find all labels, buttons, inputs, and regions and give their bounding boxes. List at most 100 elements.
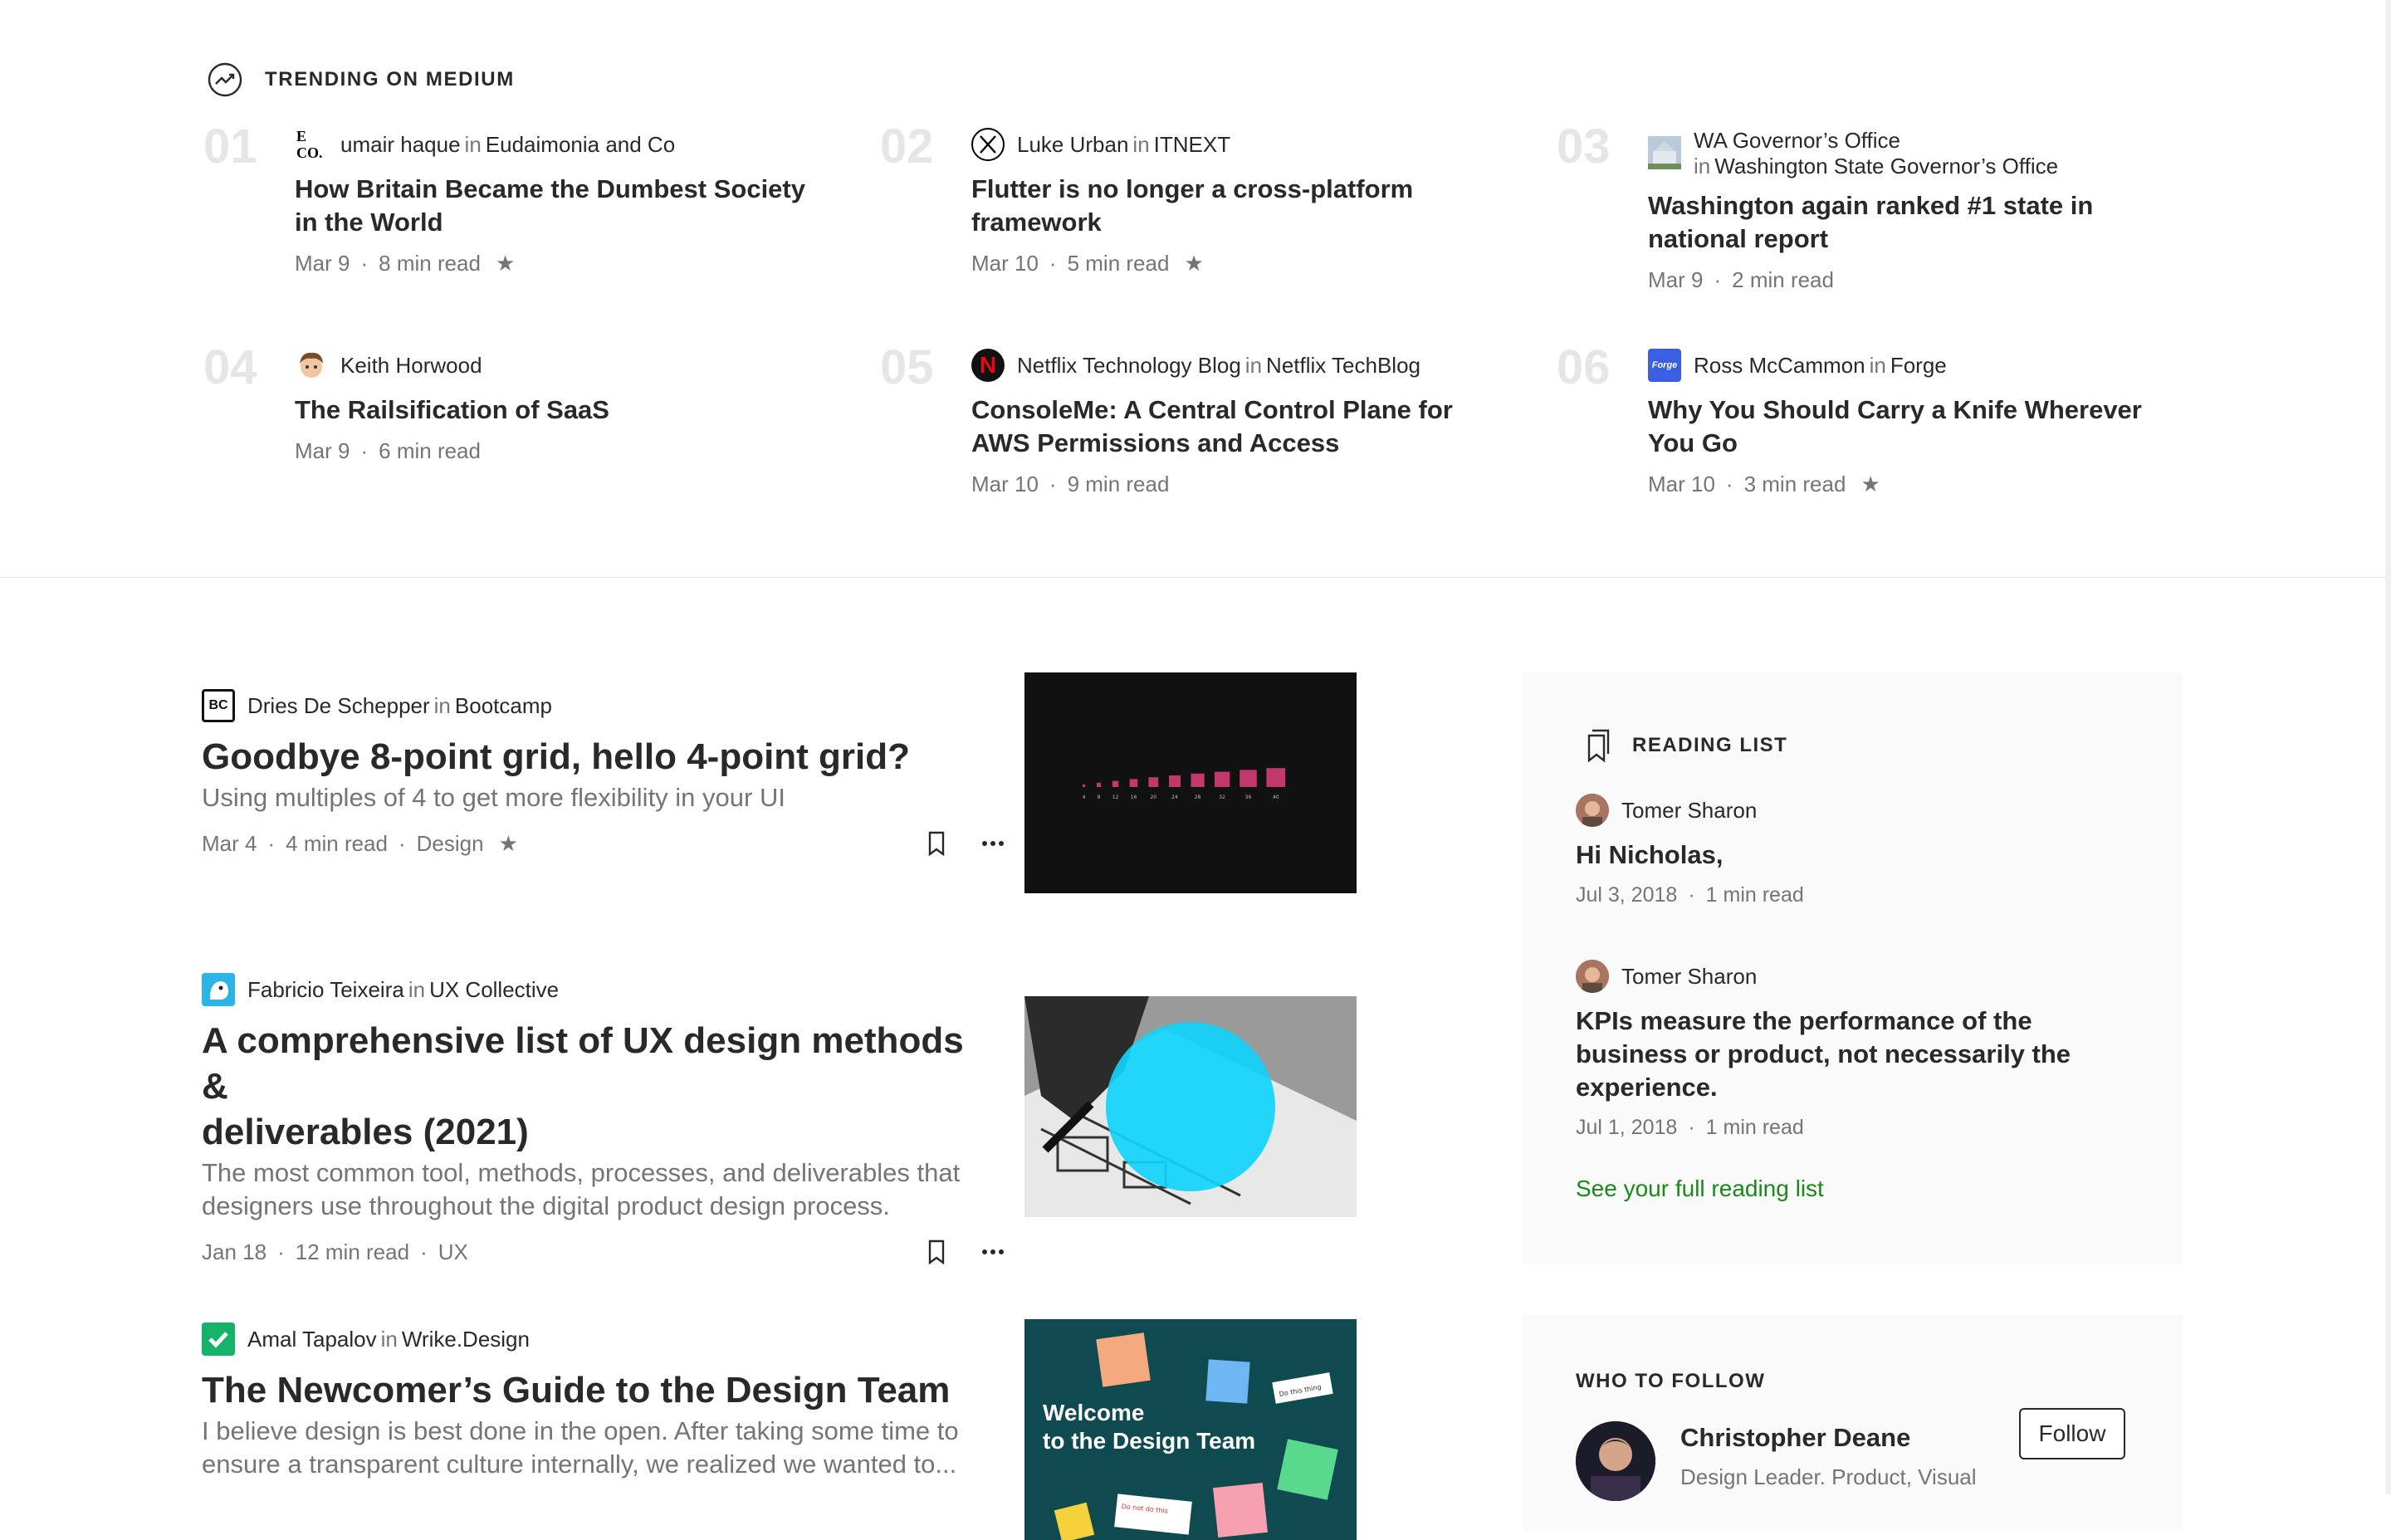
feed-post-3[interactable]: Amal Tapalov in Wrike.Design The Newcome… bbox=[202, 1319, 1357, 1540]
story-read-time: 9 min read bbox=[1067, 472, 1170, 496]
story-date: Mar 10 bbox=[971, 251, 1039, 276]
story-title-line: experience. bbox=[1576, 1073, 1718, 1102]
member-star-icon: ★ bbox=[495, 251, 516, 276]
reading-list-icon bbox=[1587, 729, 1610, 763]
story-title-line: Washington again ranked #1 state in bbox=[1648, 191, 2094, 220]
see-full-reading-list-link[interactable]: See your full reading list bbox=[1576, 1176, 1824, 1202]
publication-logo-icon: E CO. bbox=[295, 128, 328, 161]
suggested-author-name[interactable]: Christopher Deane bbox=[1680, 1423, 1910, 1453]
grid-square bbox=[1169, 775, 1181, 787]
more-options-icon[interactable] bbox=[979, 1238, 1007, 1266]
post-thumbnail[interactable] bbox=[1024, 996, 1357, 1217]
page-scrollbar[interactable] bbox=[2385, 0, 2391, 1494]
member-star-icon: ★ bbox=[1184, 251, 1204, 276]
author-name[interactable]: Ross McCammon bbox=[1694, 353, 1865, 379]
reading-list-header: READING LIST bbox=[1581, 727, 1787, 764]
story-read-time: 5 min read bbox=[1067, 251, 1170, 276]
author-name[interactable]: Fabricio Teixeira bbox=[247, 977, 404, 1003]
post-thumbnail[interactable]: 4 8 12 16 20 24 28 32 36 40 bbox=[1024, 672, 1357, 893]
grid-square bbox=[1083, 785, 1085, 787]
bookmark-icon[interactable] bbox=[922, 829, 951, 858]
netflix-logo-icon: N bbox=[971, 349, 1005, 382]
grid-square-label: 20 bbox=[1150, 794, 1156, 800]
story-title-line: Why You Should Carry a Knife Wherever bbox=[1648, 395, 2142, 424]
in-label: in bbox=[1869, 352, 1886, 378]
reading-list-item-2[interactable]: Tomer Sharon KPIs measure the performanc… bbox=[1576, 958, 2140, 1140]
post-tag[interactable]: Design bbox=[417, 831, 484, 857]
grid-square bbox=[1214, 771, 1230, 787]
x-logo-icon bbox=[971, 128, 1005, 161]
story-title[interactable]: How Britain Became the Dumbest Society i… bbox=[295, 173, 809, 239]
author-name[interactable]: Tomer Sharon bbox=[1621, 798, 1757, 824]
reading-list-story-title[interactable]: Hi Nicholas, bbox=[1576, 838, 2140, 872]
story-title[interactable]: Why You Should Carry a Knife Wherever Yo… bbox=[1648, 394, 2163, 460]
post-title[interactable]: A comprehensive list of UX design method… bbox=[202, 1018, 990, 1155]
story-title[interactable]: The Railsification of SaaS bbox=[295, 394, 809, 427]
reading-list-item-1[interactable]: Tomer Sharon Hi Nicholas, Jul 3, 2018 · 1 … bbox=[1576, 792, 2140, 907]
publication-name[interactable]: Bootcamp bbox=[455, 693, 552, 719]
sketching-hand-illustration bbox=[1024, 996, 1357, 1217]
story-date: Mar 10 bbox=[1648, 472, 1715, 496]
publication-name[interactable]: Washington State Governor’s Office bbox=[1714, 154, 2058, 178]
publication-name[interactable]: Forge bbox=[1890, 353, 1947, 379]
publication-name[interactable]: Netflix TechBlog bbox=[1266, 353, 1420, 379]
post-title[interactable]: The Newcomer’s Guide to the Design Team bbox=[202, 1367, 990, 1413]
story-title[interactable]: Flutter is no longer a cross-platform fr… bbox=[971, 173, 1486, 239]
bookmark-icon[interactable] bbox=[922, 1238, 951, 1266]
trending-rank: 02 bbox=[880, 120, 934, 174]
post-subtitle[interactable]: Using multiples of 4 to get more flexibi… bbox=[202, 781, 990, 814]
sticky-notes-illustration: Do this thing Do not do this Welcome to … bbox=[1024, 1319, 1357, 1540]
post-title[interactable]: Goodbye 8-point grid, hello 4-point grid… bbox=[202, 734, 990, 780]
author-name[interactable]: Amal Tapalov bbox=[247, 1327, 377, 1352]
author-name[interactable]: Tomer Sharon bbox=[1621, 964, 1757, 990]
author-name[interactable]: umair haque bbox=[340, 132, 461, 158]
story-title[interactable]: ConsoleMe: A Central Control Plane for A… bbox=[971, 394, 1486, 460]
grid-square bbox=[1097, 782, 1102, 787]
member-star-icon: ★ bbox=[498, 830, 518, 856]
more-options-icon[interactable] bbox=[979, 829, 1007, 858]
story-date: Jul 1, 2018 bbox=[1576, 1116, 1678, 1139]
post-read-time: 4 min read bbox=[286, 830, 388, 856]
post-title-line: A comprehensive list of UX design method… bbox=[202, 1020, 964, 1107]
story-date: Jul 3, 2018 bbox=[1576, 883, 1678, 907]
reading-list-story-title[interactable]: KPIs measure the performance of the busi… bbox=[1576, 1005, 2140, 1104]
story-read-time: 2 min read bbox=[1732, 267, 1834, 292]
grid-square bbox=[1112, 780, 1119, 787]
post-tag[interactable]: UX bbox=[438, 1239, 468, 1265]
author-name[interactable]: Dries De Schepper bbox=[247, 693, 430, 719]
post-thumbnail[interactable]: Do this thing Do not do this Welcome to … bbox=[1024, 1319, 1357, 1540]
reading-list-title: READING LIST bbox=[1632, 734, 1788, 756]
trending-rank: 05 bbox=[880, 340, 934, 394]
story-title[interactable]: Washington again ranked #1 state in nati… bbox=[1648, 189, 2163, 256]
author-name[interactable]: Keith Horwood bbox=[340, 353, 482, 379]
grid-square-label: 28 bbox=[1195, 794, 1201, 800]
feed-post-1[interactable]: BC Dries De Schepper in Bootcamp Goodbye… bbox=[202, 672, 1357, 893]
trending-rank: 01 bbox=[203, 120, 257, 174]
in-label: in bbox=[433, 692, 451, 718]
bootcamp-logo-icon: BC bbox=[202, 689, 235, 722]
trending-rank: 03 bbox=[1557, 120, 1611, 174]
author-name[interactable]: Luke Urban bbox=[1017, 132, 1128, 158]
publication-name[interactable]: Eudaimonia and Co bbox=[486, 132, 675, 158]
thumbnail-heading-line: to the Design Team bbox=[1043, 1428, 1255, 1454]
publication-name[interactable]: UX Collective bbox=[429, 977, 559, 1003]
publication-name[interactable]: ITNEXT bbox=[1154, 132, 1230, 158]
netflix-logo-letter: N bbox=[979, 352, 997, 378]
bootcamp-logo-text: BC bbox=[208, 698, 228, 712]
grid-square-label: 4 bbox=[1083, 794, 1086, 800]
author-name[interactable]: Netflix Technology Blog bbox=[1017, 353, 1241, 379]
follow-button[interactable]: Follow bbox=[2019, 1408, 2125, 1459]
story-date: Mar 9 bbox=[295, 251, 350, 276]
post-subtitle[interactable]: The most common tool, methods, processes… bbox=[202, 1156, 990, 1223]
feed-post-2[interactable]: Fabricio Teixeira in UX Collective A com… bbox=[202, 971, 1357, 1266]
post-subtitle[interactable]: I believe design is best done in the ope… bbox=[202, 1415, 990, 1481]
publication-name[interactable]: Wrike.Design bbox=[402, 1327, 530, 1352]
author-name[interactable]: WA Governor’s Office bbox=[1694, 128, 1900, 153]
forge-logo-text: Forge bbox=[1651, 360, 1678, 370]
story-date: Mar 9 bbox=[295, 438, 350, 463]
thumbnail-heading-line: Welcome bbox=[1043, 1400, 1144, 1425]
post-date: Mar 4 bbox=[202, 830, 257, 856]
suggested-author-bio: Design Leader. Product, Visual bbox=[1680, 1464, 1977, 1489]
suggested-author-avatar[interactable] bbox=[1576, 1421, 1655, 1501]
trending-rank: 06 bbox=[1557, 340, 1611, 394]
